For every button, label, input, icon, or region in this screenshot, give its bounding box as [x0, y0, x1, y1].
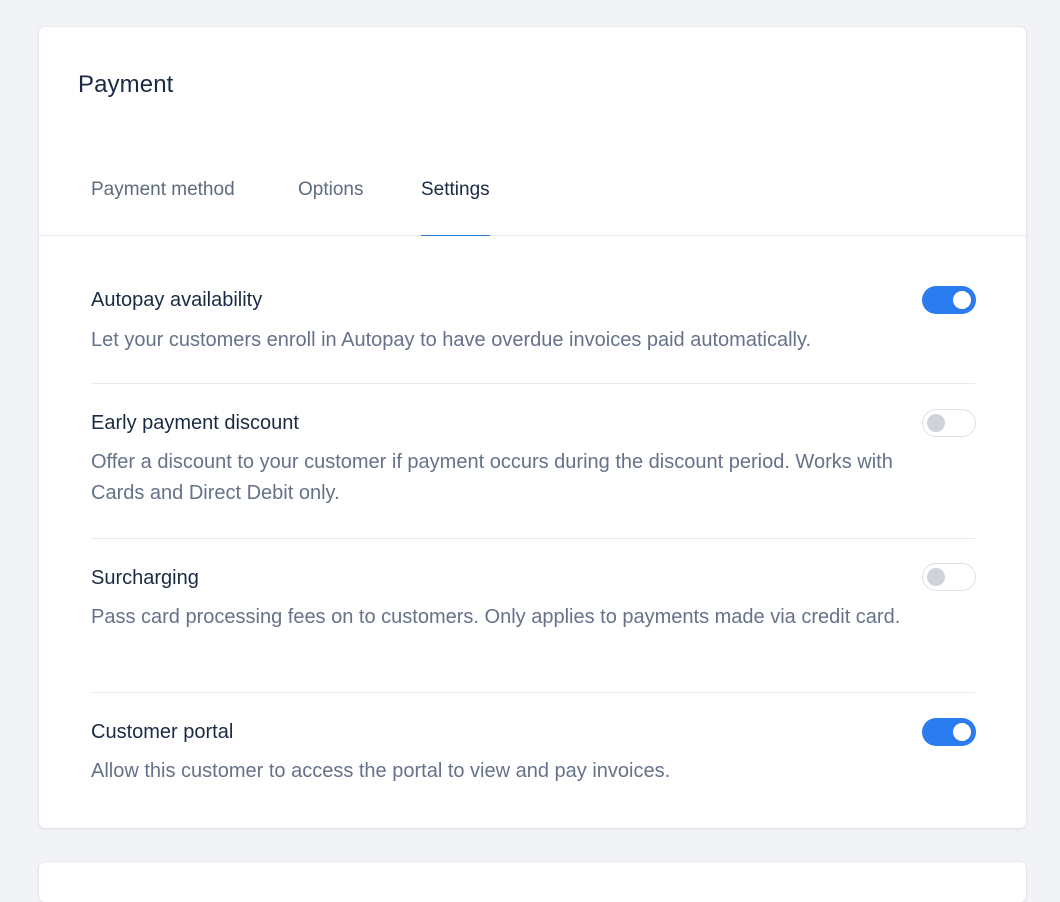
- tab-settings[interactable]: Settings: [421, 167, 490, 236]
- payment-card: Payment Payment method Options Settings …: [39, 27, 1026, 828]
- toggle-knob: [927, 414, 945, 432]
- setting-description: Let your customers enroll in Autopay to …: [91, 329, 812, 351]
- setting-description: Allow this customer to access the portal…: [91, 760, 671, 782]
- customer-portal-toggle[interactable]: [922, 718, 976, 746]
- setting-title: Surcharging: [91, 567, 199, 589]
- setting-title: Early payment discount: [91, 412, 299, 434]
- next-card: [39, 862, 1026, 902]
- setting-description: Offer a discount to your customer if pay…: [91, 451, 893, 504]
- tab-payment-method[interactable]: Payment method: [91, 167, 235, 235]
- divider: [91, 538, 975, 539]
- toggle-knob: [953, 291, 971, 309]
- autopay-availability-toggle[interactable]: [922, 286, 976, 314]
- divider: [91, 692, 975, 693]
- toggle-knob: [927, 568, 945, 586]
- tab-options[interactable]: Options: [298, 167, 363, 235]
- setting-title: Autopay availability: [91, 289, 263, 311]
- setting-description: Pass card processing fees on to customer…: [91, 606, 901, 628]
- early-payment-discount-toggle[interactable]: [922, 409, 976, 437]
- setting-title: Customer portal: [91, 721, 234, 743]
- card-title: Payment: [78, 71, 174, 98]
- toggle-knob: [953, 723, 971, 741]
- surcharging-toggle[interactable]: [922, 563, 976, 591]
- divider: [91, 383, 975, 384]
- tab-bar: Payment method Options Settings: [39, 167, 1026, 236]
